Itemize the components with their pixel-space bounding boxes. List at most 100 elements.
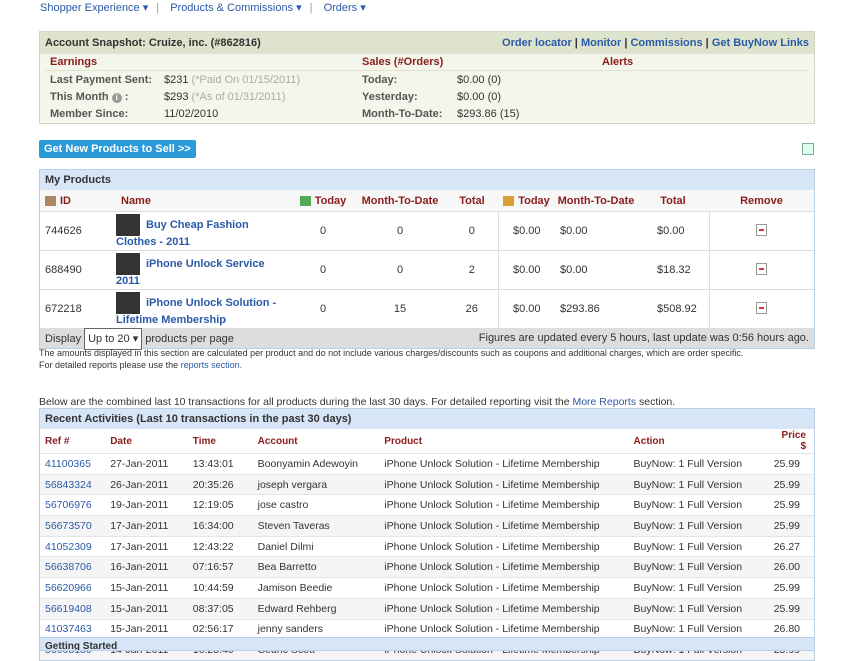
product-id: 744626 [40,211,106,251]
activity-row: 56620966 15-Jan-2011 10:44:59 Jamison Beedi… [40,577,814,599]
product-id: 672218 [40,289,106,328]
time-cell: 12:43:22 [187,535,253,557]
ref-link[interactable]: 41100365 [45,458,91,470]
money-bag-icon [503,195,515,206]
reports-section-link[interactable]: reports section. [181,360,243,370]
ref-cell: 56620966 [40,577,106,599]
today-label: Today: [362,74,398,86]
col-orders-mtd: Month-To-Date [354,190,446,212]
monitor-link[interactable]: Monitor [581,37,621,49]
price-cell: 25.99 [768,577,814,599]
product-cell: iPhone Unlock Solution - Lifetime Member… [379,494,629,516]
nav-products-commissions[interactable]: Products & Commissions ▾ [170,2,301,14]
per-page-suffix: products per page [145,333,234,345]
product-cell: iPhone Unlock Solution - Lifetime Member… [379,515,629,537]
date-cell: 26-Jan-2011 [105,473,188,495]
product-row: 672218 iPhone Unlock Solution - Lifetime… [40,289,814,328]
get-buynow-links[interactable]: Get BuyNow Links [712,37,809,49]
sales-total: $0.00 [637,211,710,251]
getting-started-panel[interactable]: Getting Started [39,637,815,651]
activity-row: 41100365 27-Jan-2011 13:43:01 Boonyamin Ade… [40,453,814,475]
product-cell: iPhone Unlock Solution - Lifetime Member… [379,473,629,495]
recent-col-header: Price $ [781,430,806,452]
account-cell: Jamison Beedie [252,577,380,599]
ref-link[interactable]: 56843324 [45,479,92,491]
sales-total: $508.92 [637,289,710,328]
orders-mtd: 15 [354,289,446,328]
date-cell: 27-Jan-2011 [105,453,188,475]
account-cell: Bea Barretto [252,556,380,578]
amounts-note: The amounts displayed in this section ar… [39,348,744,358]
product-cell: iPhone Unlock Solution - Lifetime Member… [379,453,629,475]
order-locator-link[interactable]: Order locator [502,37,572,49]
ref-cell: 56638706 [40,556,106,578]
ref-link[interactable]: 41052309 [45,541,92,553]
col-id: ID [60,194,71,207]
reports-note: For detailed reports please use the [39,360,179,370]
export-icon[interactable] [802,143,814,155]
sales-mtd: $0.00 [555,211,637,251]
top-nav: Shopper Experience ▾ | Products & Commiss… [40,2,366,14]
date-cell: 15-Jan-2011 [105,577,188,599]
recent-col-header: Date [110,435,132,447]
get-new-products-button[interactable]: Get New Products to Sell >> [39,140,196,158]
more-reports-link[interactable]: More Reports [572,396,636,408]
action-cell: BuyNow: 1 Full Version [628,494,769,516]
recent-title: Recent Activities (Last 10 transactions … [40,409,814,429]
account-cell: Daniel Dilmi [252,535,380,557]
orders-total: 0 [446,211,499,251]
remove-icon[interactable] [756,301,768,314]
ref-cell: 41052309 [40,535,106,557]
account-cell: joseph vergara [252,473,380,495]
ref-link[interactable]: 56673570 [45,520,92,532]
ref-link[interactable]: 56706976 [45,499,92,511]
col-orders-today: Today [314,194,347,207]
ref-link[interactable]: 41037463 [45,623,92,635]
product-name-link[interactable]: iPhone Unlock Solution - Lifetime Member… [116,297,276,326]
below-end: section. [639,396,676,408]
below-text: Below are the combined last 10 transacti… [39,396,570,408]
nav-shopper-experience[interactable]: Shopper Experience ▾ [40,2,148,14]
account-cell: Boonyamin Adewoyin [252,453,380,475]
remove-icon[interactable] [756,223,768,236]
ref-link[interactable]: 56619408 [45,603,92,615]
yesterday-label: Yesterday: [362,91,418,103]
ref-link[interactable]: 56638706 [45,561,92,573]
col-sales-today: Today [518,194,550,207]
price-cell: 25.99 [768,473,814,495]
alerts-heading: Alerts [602,56,634,68]
time-cell: 07:16:57 [187,556,253,578]
orders-mtd: 0 [354,250,446,290]
ref-link[interactable]: 56620966 [45,582,92,594]
ref-cell: 56619408 [40,597,106,619]
display-label: Display [45,333,82,345]
date-cell: 19-Jan-2011 [105,494,188,516]
orders-icon [299,195,311,206]
last-payment-value: $231 [164,74,189,86]
sales-today: $0.00 [498,211,555,251]
col-sales-total: Total [637,190,709,212]
commissions-link[interactable]: Commissions [630,37,702,49]
sales-mtd: $293.86 [555,289,637,328]
info-icon[interactable]: i [111,93,122,103]
activity-row: 56619408 15-Jan-2011 08:37:05 Edward Rehber… [40,597,814,619]
activity-row: 41052309 17-Jan-2011 12:43:22 Daniel Dilmi i… [40,535,814,557]
today-value: $0.00 (0) [457,74,502,86]
recent-activities-panel: Recent Activities (Last 10 transactions … [39,408,815,661]
ref-cell: 41100365 [40,453,106,475]
recent-col-header: Ref # [45,435,70,447]
date-cell: 15-Jan-2011 [105,597,188,619]
nav-orders[interactable]: Orders ▾ [324,2,366,14]
my-products-panel: My Products ID Name Today Month-To-Date … [39,169,815,350]
remove-icon[interactable] [756,262,768,275]
col-name: Name [106,190,292,212]
sales-total: $18.32 [637,250,710,290]
last-payment-label: Last Payment Sent: [50,74,153,86]
per-page-select[interactable]: Up to 20 ▾ [84,328,143,350]
product-id: 688490 [40,250,106,290]
action-cell: BuyNow: 1 Full Version [628,597,769,619]
ref-cell: 56673570 [40,515,106,537]
account-cell: jose castro [252,494,380,516]
action-cell: BuyNow: 1 Full Version [628,556,769,578]
date-cell: 17-Jan-2011 [105,515,188,537]
